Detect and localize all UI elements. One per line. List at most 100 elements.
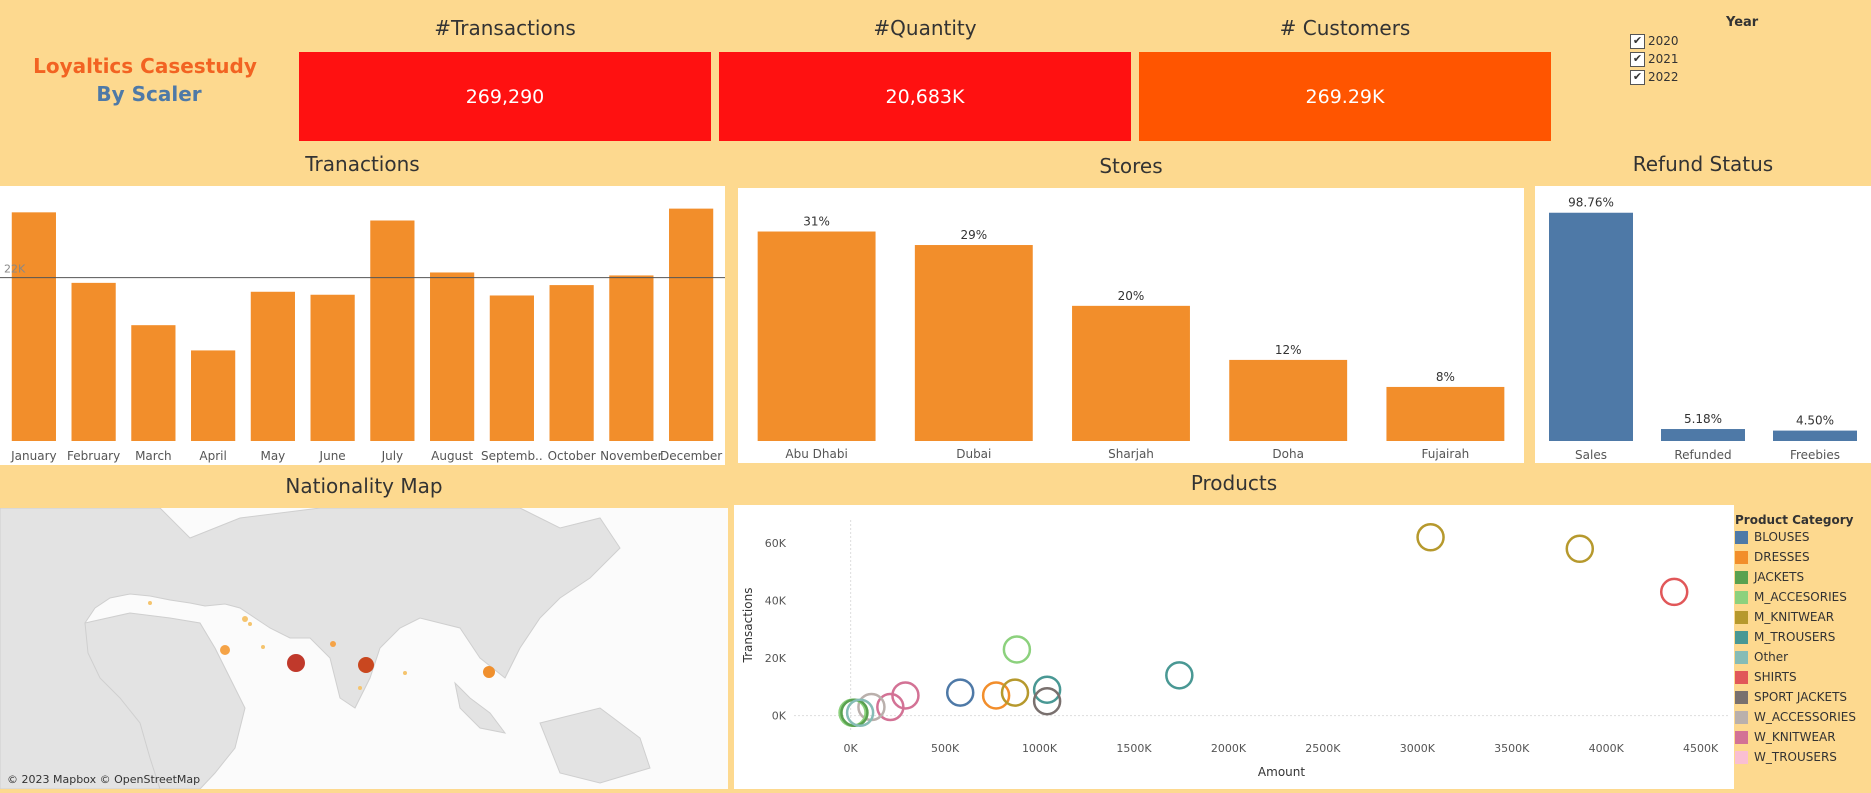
refund-xlabel-2: Freebies [1790, 448, 1840, 462]
legend-swatch-6 [1735, 650, 1748, 664]
transactions-bar-8[interactable] [489, 295, 534, 441]
kpi-customers-value[interactable]: 269.29K [1139, 52, 1551, 141]
products-ytick-3: 60K [765, 537, 787, 550]
transactions-bar-9[interactable] [549, 285, 594, 441]
refund-data-label-0: 98.76% [1568, 196, 1614, 210]
map-point-saudi[interactable] [261, 645, 265, 649]
transactions-xlabel-11: December [660, 449, 722, 463]
stores-chart-panel: 31% Abu Dhabi 29% Dubai 20% Sharjah 12% Doha 8% F… [738, 188, 1524, 463]
refund-data-label-1: 5.18% [1684, 412, 1722, 426]
transactions-bar-10[interactable] [609, 275, 654, 441]
legend-item-11[interactable]: W_TROUSERS [1735, 747, 1871, 767]
transactions-xlabel-2: March [135, 449, 172, 463]
stores-bar-3[interactable] [1229, 359, 1348, 441]
legend-item-0[interactable]: BLOUSES [1735, 527, 1871, 547]
products-ytick-1: 20K [765, 652, 787, 665]
map-point-srilanka[interactable] [358, 686, 362, 690]
products-plot-area[interactable] [794, 520, 1729, 730]
checkbox-2022[interactable]: ✔ [1630, 69, 1645, 85]
year-option-2021[interactable]: ✔ 2021 [1630, 50, 1679, 68]
transactions-xlabel-6: July [381, 449, 404, 463]
products-xtick-5: 2500K [1305, 742, 1341, 755]
year-filter-label: Year [1726, 15, 1759, 30]
legend-label-1: DRESSES [1754, 550, 1810, 564]
products-xtick-6: 3000K [1400, 742, 1436, 755]
legend-item-9[interactable]: W_ACCESSORIES [1735, 707, 1871, 727]
products-ytick-2: 40K [765, 595, 787, 608]
map-point-india[interactable] [358, 657, 374, 673]
kpi-quantity-value[interactable]: 20,683K [719, 52, 1131, 141]
map-point-bangladesh[interactable] [403, 671, 407, 675]
legend-item-1[interactable]: DRESSES [1735, 547, 1871, 567]
transactions-xlabel-10: November [600, 449, 662, 463]
transactions-xlabel-5: June [319, 449, 346, 463]
transactions-bar-5[interactable] [310, 294, 355, 441]
refund-bar-0[interactable] [1549, 212, 1633, 441]
transactions-xlabel-4: May [260, 449, 285, 463]
transactions-title: Tranactions [305, 152, 420, 176]
refund-xlabel-0: Sales [1575, 448, 1607, 462]
refund-xlabel-1: Refunded [1674, 448, 1731, 462]
refund-bar-2[interactable] [1773, 430, 1857, 441]
legend-item-8[interactable]: SPORT JACKETS [1735, 687, 1871, 707]
stores-bar-1[interactable] [914, 245, 1033, 441]
transactions-bar-7[interactable] [430, 272, 475, 441]
map-point-philippines[interactable] [483, 666, 495, 678]
legend-label-4: M_KNITWEAR [1754, 610, 1835, 624]
stores-data-label-4: 8% [1436, 370, 1455, 384]
legend-swatch-8 [1735, 690, 1748, 704]
year-option-2020[interactable]: ✔ 2020 [1630, 32, 1679, 50]
map-point-europe[interactable] [148, 601, 152, 605]
legend-label-5: M_TROUSERS [1754, 630, 1836, 644]
legend-item-10[interactable]: W_KNITWEAR [1735, 727, 1871, 747]
legend-label-2: JACKETS [1754, 570, 1805, 584]
legend-item-6[interactable]: Other [1735, 647, 1871, 667]
refund-data-label-2: 4.50% [1796, 414, 1834, 428]
legend-swatch-10 [1735, 730, 1748, 744]
products-ytick-0: 0K [772, 710, 787, 723]
transactions-xlabel-9: October [548, 449, 596, 463]
products-xtick-2: 1000K [1022, 742, 1058, 755]
stores-data-label-0: 31% [803, 215, 830, 229]
refund-chart-panel: 98.76% Sales 5.18% Refunded 4.50% Freebies [1535, 186, 1871, 463]
legend-item-2[interactable]: JACKETS [1735, 567, 1871, 587]
products-xlabel: Amount [1258, 765, 1305, 779]
transactions-bar-6[interactable] [370, 220, 415, 442]
transactions-bar-4[interactable] [250, 291, 295, 441]
stores-bar-4[interactable] [1386, 386, 1505, 441]
map-point-jordan[interactable] [248, 622, 252, 626]
map-point-egypt[interactable] [220, 645, 230, 655]
legend-item-5[interactable]: M_TROUSERS [1735, 627, 1871, 647]
legend-swatch-2 [1735, 570, 1748, 584]
legend-label-11: W_TROUSERS [1754, 750, 1837, 764]
transactions-bar-1[interactable] [71, 282, 116, 441]
checkbox-2021[interactable]: ✔ [1630, 51, 1645, 67]
transactions-bar-2[interactable] [131, 325, 176, 441]
transactions-bar-3[interactable] [191, 350, 236, 441]
checkbox-2020[interactable]: ✔ [1630, 33, 1645, 49]
refund-bar-1[interactable] [1661, 429, 1745, 441]
map-point-uae[interactable] [287, 654, 305, 672]
legend-swatch-5 [1735, 630, 1748, 644]
stores-xlabel-0: Abu Dhabi [785, 447, 847, 461]
year-option-2022[interactable]: ✔ 2022 [1630, 68, 1679, 86]
nationality-map[interactable]: © 2023 Mapbox © OpenStreetMap [0, 508, 728, 789]
legend-item-4[interactable]: M_KNITWEAR [1735, 607, 1871, 627]
legend-item-3[interactable]: M_ACCESORIES [1735, 587, 1871, 607]
stores-bar-2[interactable] [1072, 305, 1190, 441]
stores-chart: 31% Abu Dhabi 29% Dubai 20% Sharjah 12% Doha 8% F… [757, 215, 1505, 461]
map-point-pakistan[interactable] [330, 641, 336, 647]
legend-item-7[interactable]: SHIRTS [1735, 667, 1871, 687]
stores-title: Stores [1099, 154, 1163, 178]
stores-bar-0[interactable] [757, 231, 876, 441]
transactions-bar-11[interactable] [669, 208, 714, 441]
stores-xlabel-2: Sharjah [1108, 447, 1154, 461]
legend-swatch-4 [1735, 610, 1748, 624]
legend-items: BLOUSES DRESSES JACKETS M_ACCESORIES M_KNITW… [1735, 527, 1871, 767]
transactions-bar-0[interactable] [11, 212, 56, 441]
legend-label-6: Other [1754, 650, 1789, 664]
products-xtick-0: 0K [844, 742, 859, 755]
kpi-transactions-value[interactable]: 269,290 [299, 52, 711, 141]
map-point-levant[interactable] [242, 616, 248, 622]
legend-swatch-3 [1735, 590, 1748, 604]
